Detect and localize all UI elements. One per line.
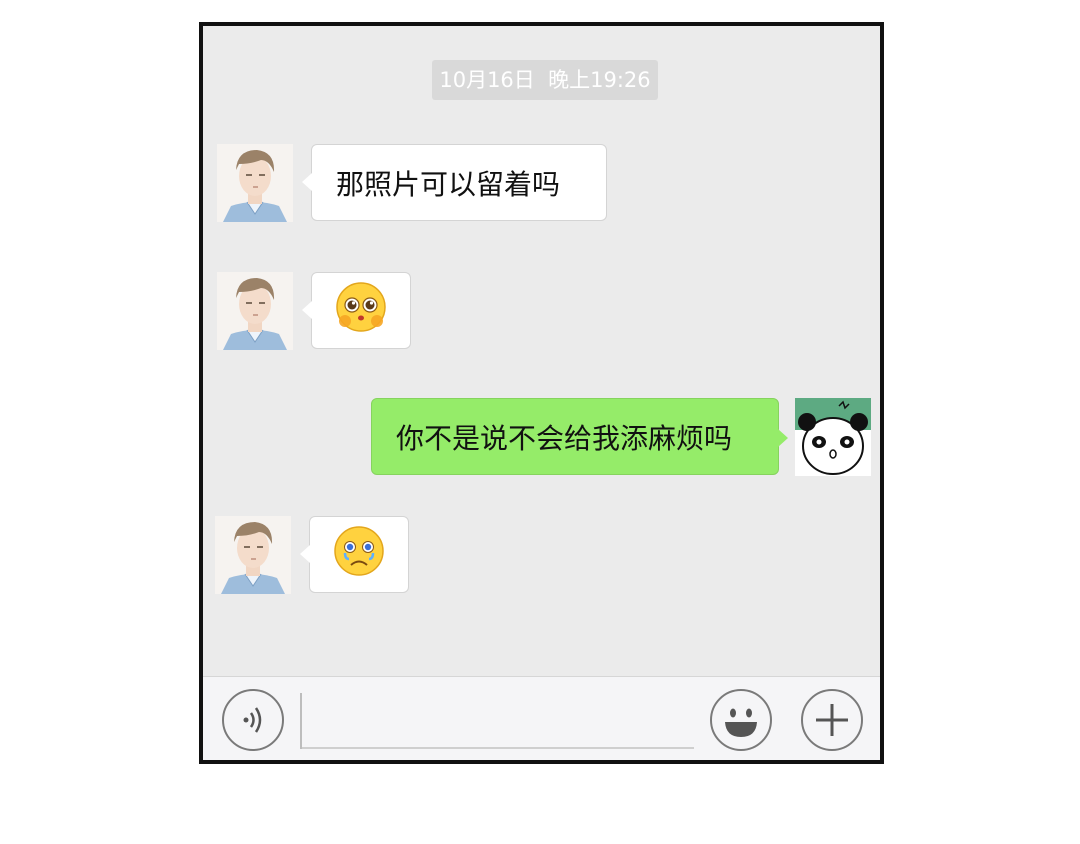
message-text: 你不是说不会给我添麻烦吗	[396, 421, 733, 455]
input-bar	[203, 676, 880, 760]
pleading-face-icon	[335, 281, 387, 340]
plus-icon	[803, 691, 861, 749]
message-bubble-outgoing[interactable]: 你不是说不会给我添麻烦吗	[371, 398, 788, 475]
voice-icon	[224, 691, 282, 749]
crying-face-icon	[333, 525, 385, 584]
contact-avatar[interactable]	[217, 144, 293, 222]
message-bubble-incoming[interactable]	[300, 516, 409, 593]
message-bubble-incoming[interactable]	[302, 272, 411, 349]
input-caret	[300, 693, 302, 749]
message-text: 那照片可以留着吗	[336, 167, 561, 201]
add-button[interactable]	[801, 689, 863, 751]
contact-avatar[interactable]	[215, 516, 291, 594]
emoji-button[interactable]	[710, 689, 772, 751]
user-avatar[interactable]	[795, 398, 871, 476]
timestamp: 10月16日 晚上19:26	[432, 60, 658, 100]
message-bubble-incoming[interactable]: 那照片可以留着吗	[302, 144, 607, 221]
voice-button[interactable]	[222, 689, 284, 751]
chat-window: 10月16日 晚上19:26 那照片可以留着吗 你不是说不会给我添麻烦吗	[199, 22, 884, 764]
message-input[interactable]	[300, 691, 694, 749]
contact-avatar[interactable]	[217, 272, 293, 350]
emoji-face-icon	[712, 691, 770, 749]
